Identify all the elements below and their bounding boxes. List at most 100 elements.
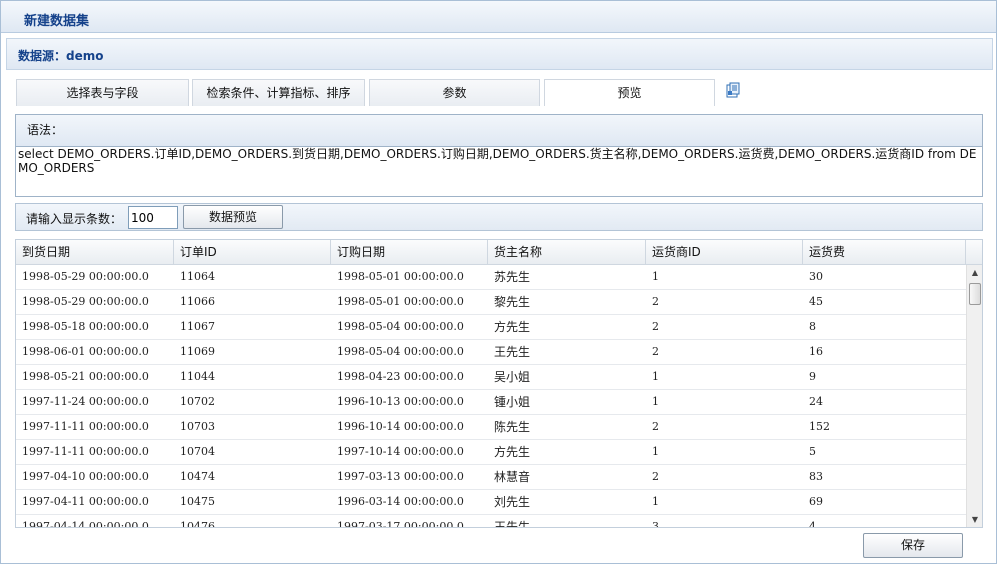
cell-freight: 4	[809, 520, 816, 528]
scroll-thumb[interactable]	[969, 283, 981, 305]
column-header-order-date[interactable]: 订购日期	[331, 240, 488, 265]
scroll-down-arrow-icon[interactable]: ▼	[967, 512, 982, 527]
column-header-consignee[interactable]: 货主名称	[488, 240, 646, 265]
tab-label: 预览	[617, 86, 642, 100]
export-icon[interactable]	[725, 82, 740, 99]
data-preview-button[interactable]: 数据预览	[183, 205, 283, 229]
cell-consignee: 锺小姐	[494, 395, 531, 409]
cell-order-id: 10702	[180, 395, 215, 408]
cell-order-date: 1996-03-14 00:00:00.0	[337, 495, 464, 508]
preview-count-bar: 请输入显示条数： 数据预览	[15, 203, 983, 231]
sql-text[interactable]: select DEMO_ORDERS.订单ID,DEMO_ORDERS.到货日期…	[18, 147, 980, 175]
footer-bar: 保存	[1, 529, 996, 563]
table-row[interactable]: 1998-05-29 00:00:00.0 11064 1998-05-01 0…	[16, 265, 966, 290]
cell-consignee: 刘先生	[494, 495, 531, 509]
title-bar: 新建数据集	[1, 1, 996, 33]
cell-arrival-date: 1998-05-18 00:00:00.0	[22, 320, 149, 333]
cell-consignee: 林慧音	[494, 470, 531, 484]
cell-order-id: 11067	[180, 320, 215, 333]
column-header-order-id[interactable]: 订单ID	[174, 240, 331, 265]
cell-shipper-id: 1	[652, 370, 659, 383]
cell-consignee: 方先生	[494, 320, 531, 334]
table-row[interactable]: 1997-11-11 00:00:00.0 10703 1996-10-14 0…	[16, 415, 966, 440]
tab-parameters[interactable]: 参数	[369, 79, 540, 106]
cell-consignee: 王先生	[494, 345, 531, 359]
scroll-up-arrow-icon[interactable]: ▲	[967, 265, 982, 280]
table-row[interactable]: 1997-04-14 00:00:00.0 10476 1997-03-17 0…	[16, 515, 966, 528]
cell-arrival-date: 1997-11-24 00:00:00.0	[22, 395, 149, 408]
column-header-shipper-id[interactable]: 运货商ID	[646, 240, 803, 265]
syntax-label: 语法：	[27, 123, 64, 137]
datasource-bar: 数据源：demo	[6, 38, 993, 70]
preview-grid: 到货日期 订单ID 订购日期 货主名称 运货商ID 运货费 1998-05-29…	[15, 239, 983, 528]
save-button[interactable]: 保存	[863, 533, 963, 558]
cell-order-id: 11044	[180, 370, 215, 383]
table-row[interactable]: 1998-06-01 00:00:00.0 11069 1998-05-04 0…	[16, 340, 966, 365]
table-row[interactable]: 1997-11-11 00:00:00.0 10704 1997-10-14 0…	[16, 440, 966, 465]
grid-vertical-scrollbar[interactable]: ▲ ▼	[966, 265, 982, 527]
cell-order-date: 1996-10-14 00:00:00.0	[337, 420, 464, 433]
cell-freight: 45	[809, 295, 823, 308]
grid-rows: 1998-05-29 00:00:00.0 11064 1998-05-01 0…	[16, 265, 966, 528]
cell-shipper-id: 2	[652, 470, 659, 483]
column-header-freight[interactable]: 运货费	[803, 240, 966, 265]
cell-arrival-date: 1998-05-29 00:00:00.0	[22, 295, 149, 308]
grid-header: 到货日期 订单ID 订购日期 货主名称 运货商ID 运货费	[16, 240, 982, 265]
count-label: 请输入显示条数：	[26, 212, 123, 226]
column-header-arrival-date[interactable]: 到货日期	[16, 240, 174, 265]
table-row[interactable]: 1998-05-21 00:00:00.0 11044 1998-04-23 0…	[16, 365, 966, 390]
cell-arrival-date: 1998-05-21 00:00:00.0	[22, 370, 149, 383]
table-row[interactable]: 1997-11-24 00:00:00.0 10702 1996-10-13 0…	[16, 390, 966, 415]
cell-freight: 9	[809, 370, 816, 383]
cell-order-date: 1998-04-23 00:00:00.0	[337, 370, 464, 383]
cell-order-id: 10474	[180, 470, 215, 483]
table-row[interactable]: 1998-05-29 00:00:00.0 11066 1998-05-01 0…	[16, 290, 966, 315]
cell-freight: 5	[809, 445, 816, 458]
cell-shipper-id: 1	[652, 445, 659, 458]
tab-label: 参数	[442, 86, 467, 100]
cell-shipper-id: 1	[652, 495, 659, 508]
cell-order-date: 1998-05-04 00:00:00.0	[337, 320, 464, 333]
cell-shipper-id: 1	[652, 395, 659, 408]
cell-order-id: 11064	[180, 270, 215, 283]
cell-arrival-date: 1998-05-29 00:00:00.0	[22, 270, 149, 283]
table-row[interactable]: 1997-04-11 00:00:00.0 10475 1996-03-14 0…	[16, 490, 966, 515]
cell-arrival-date: 1998-06-01 00:00:00.0	[22, 345, 149, 358]
cell-consignee: 苏先生	[494, 270, 531, 284]
cell-arrival-date: 1997-04-10 00:00:00.0	[22, 470, 149, 483]
new-dataset-window: 新建数据集 数据源：demo 选择表与字段 检索条件、计算指标、排序 参数 预览…	[0, 0, 997, 564]
cell-freight: 83	[809, 470, 823, 483]
table-row[interactable]: 1998-05-18 00:00:00.0 11067 1998-05-04 0…	[16, 315, 966, 340]
cell-consignee: 黎先生	[494, 295, 531, 309]
table-row[interactable]: 1997-04-10 00:00:00.0 10474 1997-03-13 0…	[16, 465, 966, 490]
cell-freight: 152	[809, 420, 830, 433]
cell-shipper-id: 2	[652, 345, 659, 358]
cell-freight: 30	[809, 270, 823, 283]
cell-order-date: 1996-10-13 00:00:00.0	[337, 395, 464, 408]
tab-select-tables-fields[interactable]: 选择表与字段	[16, 79, 189, 106]
cell-order-date: 1997-10-14 00:00:00.0	[337, 445, 464, 458]
cell-freight: 24	[809, 395, 823, 408]
tab-label: 检索条件、计算指标、排序	[206, 86, 351, 100]
tab-conditions-metrics-sort[interactable]: 检索条件、计算指标、排序	[192, 79, 365, 106]
count-input[interactable]	[128, 206, 178, 229]
cell-shipper-id: 2	[652, 420, 659, 433]
cell-order-date: 1997-03-17 00:00:00.0	[337, 520, 464, 528]
cell-arrival-date: 1997-11-11 00:00:00.0	[22, 445, 149, 458]
cell-order-id: 11066	[180, 295, 215, 308]
cell-shipper-id: 3	[652, 520, 659, 528]
cell-order-id: 10704	[180, 445, 215, 458]
cell-order-date: 1998-05-04 00:00:00.0	[337, 345, 464, 358]
cell-consignee: 方先生	[494, 445, 531, 459]
cell-freight: 69	[809, 495, 823, 508]
cell-order-date: 1998-05-01 00:00:00.0	[337, 270, 464, 283]
cell-consignee: 王先生	[494, 520, 531, 528]
tab-preview[interactable]: 预览	[544, 79, 715, 106]
cell-freight: 8	[809, 320, 816, 333]
cell-shipper-id: 2	[652, 320, 659, 333]
cell-consignee: 吴小姐	[494, 370, 531, 384]
cell-shipper-id: 2	[652, 295, 659, 308]
cell-order-id: 10476	[180, 520, 215, 528]
cell-shipper-id: 1	[652, 270, 659, 283]
cell-order-date: 1997-03-13 00:00:00.0	[337, 470, 464, 483]
